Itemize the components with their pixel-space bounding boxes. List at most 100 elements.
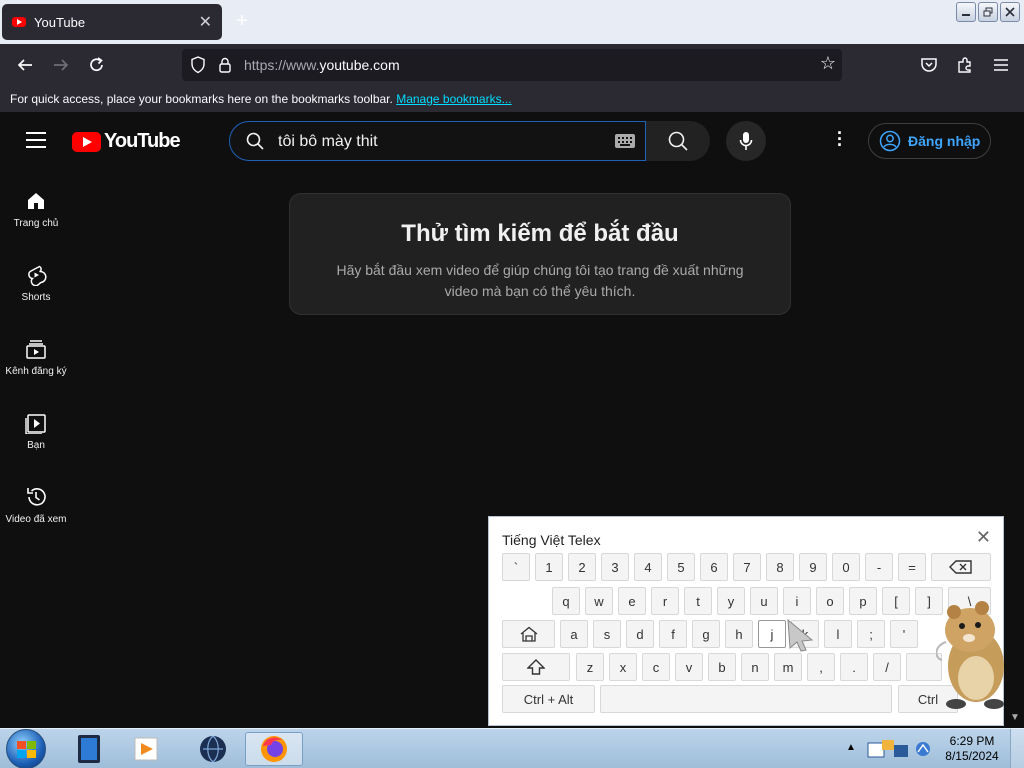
- key[interactable]: q: [552, 587, 580, 615]
- key[interactable]: `: [502, 553, 530, 581]
- search-input[interactable]: tôi bô mày thit: [229, 121, 646, 161]
- key[interactable]: -: [865, 553, 893, 581]
- app-menu-button[interactable]: [988, 52, 1014, 78]
- key[interactable]: u: [750, 587, 778, 615]
- key[interactable]: b: [708, 653, 736, 681]
- back-button[interactable]: [12, 52, 38, 78]
- youtube-logo[interactable]: YouTube: [72, 130, 181, 153]
- key[interactable]: 8: [766, 553, 794, 581]
- taskbar-app-media[interactable]: [118, 732, 176, 766]
- key[interactable]: j: [758, 620, 786, 648]
- start-button[interactable]: [6, 729, 46, 768]
- extensions-button[interactable]: [952, 52, 978, 78]
- search-icon: [246, 132, 264, 150]
- you-icon: [25, 414, 46, 434]
- search-icon: [668, 131, 688, 151]
- guide-menu-icon[interactable]: [26, 132, 46, 148]
- network-icon[interactable]: [914, 740, 932, 758]
- key[interactable]: o: [816, 587, 844, 615]
- minimize-button[interactable]: [956, 2, 976, 22]
- key[interactable]: w: [585, 587, 613, 615]
- pocket-button[interactable]: [916, 52, 942, 78]
- keyboard-icon[interactable]: [615, 134, 635, 148]
- key[interactable]: 2: [568, 553, 596, 581]
- key[interactable]: n: [741, 653, 769, 681]
- key[interactable]: h: [725, 620, 753, 648]
- tray-expand-icon[interactable]: ▲: [846, 742, 856, 753]
- guide-label: Shorts: [21, 292, 51, 303]
- key[interactable]: v: [675, 653, 703, 681]
- taskbar-clock[interactable]: 6:29 PM 8/15/2024: [942, 734, 1002, 764]
- key[interactable]: t: [684, 587, 712, 615]
- show-desktop-button[interactable]: [1010, 729, 1024, 768]
- key[interactable]: y: [717, 587, 745, 615]
- key[interactable]: m: [774, 653, 802, 681]
- key[interactable]: 4: [634, 553, 662, 581]
- tab-close-icon[interactable]: ✕: [199, 12, 212, 32]
- search-button[interactable]: [646, 121, 710, 161]
- key[interactable]: =: [898, 553, 926, 581]
- shift-key[interactable]: [502, 653, 570, 681]
- key[interactable]: ;: [857, 620, 885, 648]
- forward-button[interactable]: [48, 52, 74, 78]
- taskbar-app-firefox[interactable]: [245, 732, 303, 766]
- key[interactable]: 1: [535, 553, 563, 581]
- key[interactable]: g: [692, 620, 720, 648]
- key[interactable]: ,: [807, 653, 835, 681]
- key[interactable]: l: [824, 620, 852, 648]
- key[interactable]: d: [626, 620, 654, 648]
- key[interactable]: s: [593, 620, 621, 648]
- space-key[interactable]: [600, 685, 892, 713]
- key[interactable]: 6: [700, 553, 728, 581]
- key[interactable]: x: [609, 653, 637, 681]
- hamster-sticker-icon: [936, 601, 1004, 709]
- key[interactable]: f: [659, 620, 687, 648]
- key[interactable]: ': [890, 620, 918, 648]
- taskbar-app-device[interactable]: [60, 732, 118, 766]
- key[interactable]: 0: [832, 553, 860, 581]
- new-tab-button[interactable]: +: [236, 10, 248, 33]
- restore-button[interactable]: [978, 2, 998, 22]
- key[interactable]: [: [882, 587, 910, 615]
- tab-youtube[interactable]: YouTube ✕: [2, 4, 222, 40]
- voice-search-button[interactable]: [726, 121, 766, 161]
- home-icon: [28, 193, 44, 209]
- reload-button[interactable]: [84, 52, 110, 78]
- guide-item-subscriptions[interactable]: Kênh đăng ký: [0, 316, 72, 390]
- empty-feed-card: Thử tìm kiếm để bắt đầu Hãy bắt đầu xem …: [289, 193, 791, 315]
- taskbar-app-globe[interactable]: [184, 732, 242, 766]
- backspace-key[interactable]: [931, 553, 991, 581]
- manage-bookmarks-link[interactable]: Manage bookmarks...: [396, 92, 511, 106]
- keyboard-close-icon[interactable]: ✕: [976, 527, 991, 548]
- key[interactable]: c: [642, 653, 670, 681]
- key[interactable]: r: [651, 587, 679, 615]
- key[interactable]: z: [576, 653, 604, 681]
- bookmark-star-icon[interactable]: ☆: [820, 53, 836, 74]
- key[interactable]: /: [873, 653, 901, 681]
- key[interactable]: 3: [601, 553, 629, 581]
- shift-arrow-icon: [527, 659, 545, 675]
- tray-action-center-icon[interactable]: [866, 737, 910, 761]
- scroll-down-arrow-icon[interactable]: ▼: [1010, 712, 1020, 723]
- url-text[interactable]: https://www.youtube.com: [244, 57, 400, 73]
- guide-item-history[interactable]: Video đã xem: [0, 464, 72, 538]
- sign-in-button[interactable]: Đăng nhập: [868, 123, 991, 159]
- ctrl-alt-key[interactable]: Ctrl + Alt: [502, 685, 595, 713]
- close-window-button[interactable]: [1000, 2, 1020, 22]
- key[interactable]: 7: [733, 553, 761, 581]
- key[interactable]: 5: [667, 553, 695, 581]
- more-options-icon[interactable]: · · ·: [830, 124, 850, 154]
- key[interactable]: i: [783, 587, 811, 615]
- guide-item-you[interactable]: Bạn: [0, 390, 72, 464]
- guide-item-home[interactable]: Trang chủ: [0, 168, 72, 242]
- key[interactable]: 9: [799, 553, 827, 581]
- address-bar[interactable]: https://www.youtube.com ☆: [182, 49, 842, 81]
- home-key[interactable]: [502, 620, 555, 648]
- guide-item-shorts[interactable]: Shorts: [0, 242, 72, 316]
- key[interactable]: a: [560, 620, 588, 648]
- key[interactable]: .: [840, 653, 868, 681]
- clock-date: 8/15/2024: [945, 749, 999, 763]
- key[interactable]: p: [849, 587, 877, 615]
- key[interactable]: e: [618, 587, 646, 615]
- guide-label: Kênh đăng ký: [5, 366, 67, 377]
